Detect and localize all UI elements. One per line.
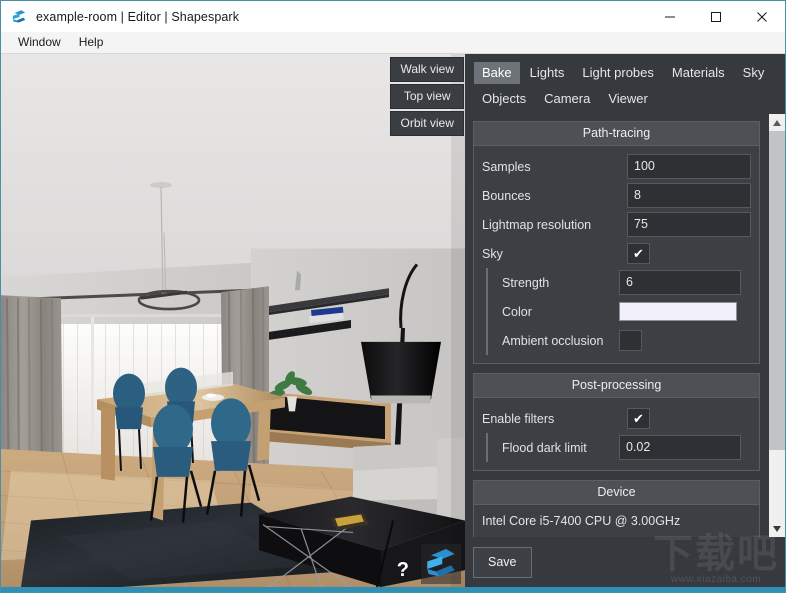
tab-lights[interactable]: Lights <box>522 62 573 84</box>
label-strength: Strength <box>502 275 550 290</box>
row-bounces: Bounces 8 <box>482 181 751 210</box>
lightmap-resolution-input[interactable]: 75 <box>627 212 751 237</box>
application-window: example-room | Editor | Shapespark Windo… <box>0 0 786 593</box>
walk-view-button[interactable]: Walk view <box>390 57 464 82</box>
label-color: Color <box>502 304 532 319</box>
tab-sky[interactable]: Sky <box>735 62 773 84</box>
main-area: Walk view Top view Orbit view ? Bake Lig… <box>1 54 785 587</box>
sky-checkbox[interactable]: ✔ <box>627 243 650 264</box>
sky-suboptions: Strength 6 Color Ambient occlusion <box>486 268 751 355</box>
row-enable-filters: Enable filters ✔ <box>482 404 751 433</box>
shapespark-brand-icon[interactable] <box>421 544 461 584</box>
strength-input[interactable]: 6 <box>619 270 741 295</box>
group-title-post-processing: Post-processing <box>474 374 759 398</box>
orbit-view-button[interactable]: Orbit view <box>390 111 464 136</box>
status-bar <box>1 587 785 592</box>
view-mode-buttons: Walk view Top view Orbit view <box>390 57 464 136</box>
close-button[interactable] <box>739 1 785 32</box>
maximize-button[interactable] <box>693 1 739 32</box>
label-ambient-occlusion: Ambient occlusion <box>502 333 604 348</box>
row-sky: Sky ✔ <box>482 239 751 268</box>
tab-objects[interactable]: Objects <box>474 88 534 110</box>
label-samples: Samples <box>482 159 531 174</box>
tab-bake[interactable]: Bake <box>474 62 520 84</box>
help-icon[interactable]: ? <box>397 560 409 580</box>
group-device: Device Intel Core i5-7400 CPU @ 3.00GHz <box>473 480 760 537</box>
window-title: example-room | Editor | Shapespark <box>36 9 240 24</box>
flood-dark-limit-input[interactable]: 0.02 <box>619 435 741 460</box>
group-body-path-tracing: Samples 100 Bounces 8 Lightmap resolutio… <box>474 146 759 363</box>
menu-item-window[interactable]: Window <box>9 33 70 52</box>
panel-content: Path-tracing Samples 100 Bounces 8 Light… <box>465 114 768 537</box>
ambient-occlusion-checkbox[interactable] <box>619 330 642 351</box>
samples-input[interactable]: 100 <box>627 154 751 179</box>
row-strength: Strength 6 <box>488 268 751 297</box>
row-samples: Samples 100 <box>482 152 751 181</box>
label-lightmap-resolution: Lightmap resolution <box>482 217 592 232</box>
watermark-url: www.xiazaiba.com <box>670 574 762 585</box>
row-flood-dark-limit: Flood dark limit 0.02 <box>488 433 751 462</box>
device-value: Intel Core i5-7400 CPU @ 3.00GHz <box>482 514 681 528</box>
top-view-button[interactable]: Top view <box>390 84 464 109</box>
window-controls <box>647 1 785 32</box>
group-path-tracing: Path-tracing Samples 100 Bounces 8 Light… <box>473 121 760 364</box>
tab-light-probes[interactable]: Light probes <box>574 62 662 84</box>
label-enable-filters: Enable filters <box>482 411 555 426</box>
scrollbar-up-arrow[interactable] <box>769 114 785 131</box>
bounces-input[interactable]: 8 <box>627 183 751 208</box>
minimize-button[interactable] <box>647 1 693 32</box>
menu-item-help[interactable]: Help <box>70 33 113 52</box>
enable-filters-checkbox[interactable]: ✔ <box>627 408 650 429</box>
label-bounces: Bounces <box>482 188 531 203</box>
label-sky: Sky <box>482 246 503 261</box>
panel-footer: Save 下载吧 www.xiazaiba.com <box>465 534 785 587</box>
watermark: 下载吧 www.xiazaiba.com <box>653 534 779 585</box>
scrollbar-track[interactable] <box>769 131 785 520</box>
group-title-path-tracing: Path-tracing <box>474 122 759 146</box>
tab-camera[interactable]: Camera <box>536 88 598 110</box>
tab-viewer[interactable]: Viewer <box>600 88 656 110</box>
group-title-device: Device <box>474 481 759 505</box>
title-bar: example-room | Editor | Shapespark <box>1 1 785 32</box>
menu-bar: Window Help <box>1 32 785 54</box>
label-flood-dark-limit: Flood dark limit <box>502 440 587 455</box>
watermark-text: 下载吧 <box>653 531 779 577</box>
row-lightmap-resolution: Lightmap resolution 75 <box>482 210 751 239</box>
scrollbar-down-arrow[interactable] <box>769 520 785 537</box>
scrollbar-thumb[interactable] <box>769 131 785 450</box>
panel-tabs: Bake Lights Light probes Materials Sky O… <box>465 54 785 114</box>
save-button[interactable]: Save <box>473 546 532 578</box>
filters-suboptions: Flood dark limit 0.02 <box>486 433 751 462</box>
panel-scroll-area: Path-tracing Samples 100 Bounces 8 Light… <box>465 114 785 537</box>
sky-color-swatch[interactable] <box>619 302 737 321</box>
row-color: Color <box>488 297 751 326</box>
panel-scrollbar[interactable] <box>768 114 785 537</box>
shapespark-logo-icon <box>10 8 28 26</box>
3d-viewport[interactable]: Walk view Top view Orbit view ? <box>1 54 465 587</box>
group-body-post-processing: Enable filters ✔ Flood dark limit 0.02 <box>474 398 759 470</box>
row-ambient-occlusion: Ambient occlusion <box>488 326 751 355</box>
group-post-processing: Post-processing Enable filters ✔ Flood d… <box>473 373 760 471</box>
settings-panel: Bake Lights Light probes Materials Sky O… <box>465 54 785 587</box>
tab-materials[interactable]: Materials <box>664 62 733 84</box>
